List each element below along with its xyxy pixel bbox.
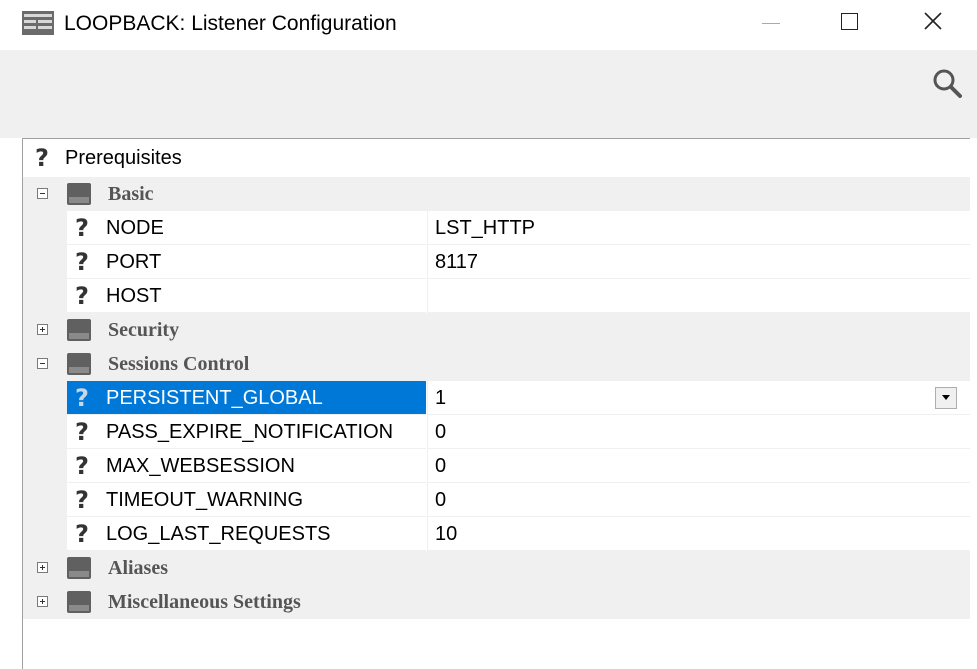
property-row-log-last-requests[interactable]: ? LOG_LAST_REQUESTS 10	[23, 517, 970, 551]
property-row-port[interactable]: ? PORT 8117	[23, 245, 970, 279]
help-icon: ?	[75, 452, 89, 480]
category-aliases[interactable]: Aliases	[23, 551, 970, 585]
help-icon: ?	[75, 214, 89, 242]
property-name: NODE	[106, 217, 164, 239]
category-miscellaneous-settings[interactable]: Miscellaneous Settings	[23, 585, 970, 619]
title-bar: LOOPBACK: Listener Configuration	[0, 0, 977, 50]
property-name: MAX_WEBSESSION	[106, 455, 295, 477]
property-name: PASS_EXPIRE_NOTIFICATION	[106, 421, 394, 443]
property-row-host[interactable]: ? HOST	[23, 279, 970, 313]
property-value[interactable]: 10	[435, 517, 457, 551]
property-name: LOG_LAST_REQUESTS	[106, 523, 331, 545]
category-icon	[67, 319, 91, 341]
category-icon	[67, 591, 91, 613]
expand-icon[interactable]	[37, 596, 48, 607]
search-icon	[933, 69, 962, 98]
property-row-max-websession[interactable]: ? MAX_WEBSESSION 0	[23, 449, 970, 483]
chevron-down-icon	[942, 395, 950, 400]
property-value[interactable]: 0	[435, 483, 446, 517]
property-name: HOST	[106, 285, 162, 307]
close-icon	[924, 12, 942, 30]
help-icon: ?	[75, 486, 89, 514]
property-row-persistent-global[interactable]: ? PERSISTENT_GLOBAL 1	[23, 381, 970, 415]
category-sessions-control[interactable]: Sessions Control	[23, 347, 970, 381]
collapse-icon[interactable]	[37, 358, 48, 369]
help-icon: ?	[75, 418, 89, 446]
property-name: PORT	[106, 251, 162, 273]
prerequisites-label: Prerequisites	[65, 147, 182, 169]
close-button[interactable]	[902, 0, 962, 48]
collapse-icon[interactable]	[37, 188, 48, 199]
help-icon: ?	[75, 384, 89, 412]
category-label: Miscellaneous Settings	[108, 591, 301, 613]
dropdown-button[interactable]	[935, 387, 957, 409]
toolbar	[0, 50, 977, 138]
category-label: Basic	[108, 183, 154, 205]
property-row-timeout-warning[interactable]: ? TIMEOUT_WARNING 0	[23, 483, 970, 517]
help-icon: ?	[75, 282, 89, 310]
property-name: TIMEOUT_WARNING	[106, 489, 304, 511]
expand-icon[interactable]	[37, 562, 48, 573]
category-basic[interactable]: Basic	[23, 177, 970, 211]
form-icon	[22, 11, 54, 35]
property-value[interactable]: 0	[435, 449, 446, 483]
minimize-button[interactable]	[740, 0, 800, 48]
category-icon	[67, 183, 91, 205]
property-value[interactable]: LST_HTTP	[435, 211, 535, 245]
property-value[interactable]: 1	[435, 381, 446, 415]
property-value[interactable]: 8117	[435, 245, 478, 279]
expand-icon[interactable]	[37, 324, 48, 335]
property-row-node[interactable]: ? NODE LST_HTTP	[23, 211, 970, 245]
window-title: LOOPBACK: Listener Configuration	[64, 12, 397, 35]
category-security[interactable]: Security	[23, 313, 970, 347]
help-icon: ?	[35, 144, 49, 172]
prerequisites-row[interactable]: ? Prerequisites	[23, 141, 970, 175]
category-icon	[67, 557, 91, 579]
search-button[interactable]	[930, 66, 964, 100]
help-icon: ?	[75, 520, 89, 548]
category-label: Sessions Control	[108, 353, 250, 375]
property-row-pass-expire-notification[interactable]: ? PASS_EXPIRE_NOTIFICATION 0	[23, 415, 970, 449]
property-value[interactable]: 0	[435, 415, 446, 449]
category-label: Security	[108, 319, 180, 341]
property-name: PERSISTENT_GLOBAL	[106, 387, 323, 409]
maximize-button[interactable]	[820, 0, 880, 48]
property-grid: ? Prerequisites Basic ? NODE LST_HTTP ? …	[22, 138, 970, 669]
category-icon	[67, 353, 91, 375]
category-label: Aliases	[108, 557, 168, 579]
help-icon: ?	[75, 248, 89, 276]
